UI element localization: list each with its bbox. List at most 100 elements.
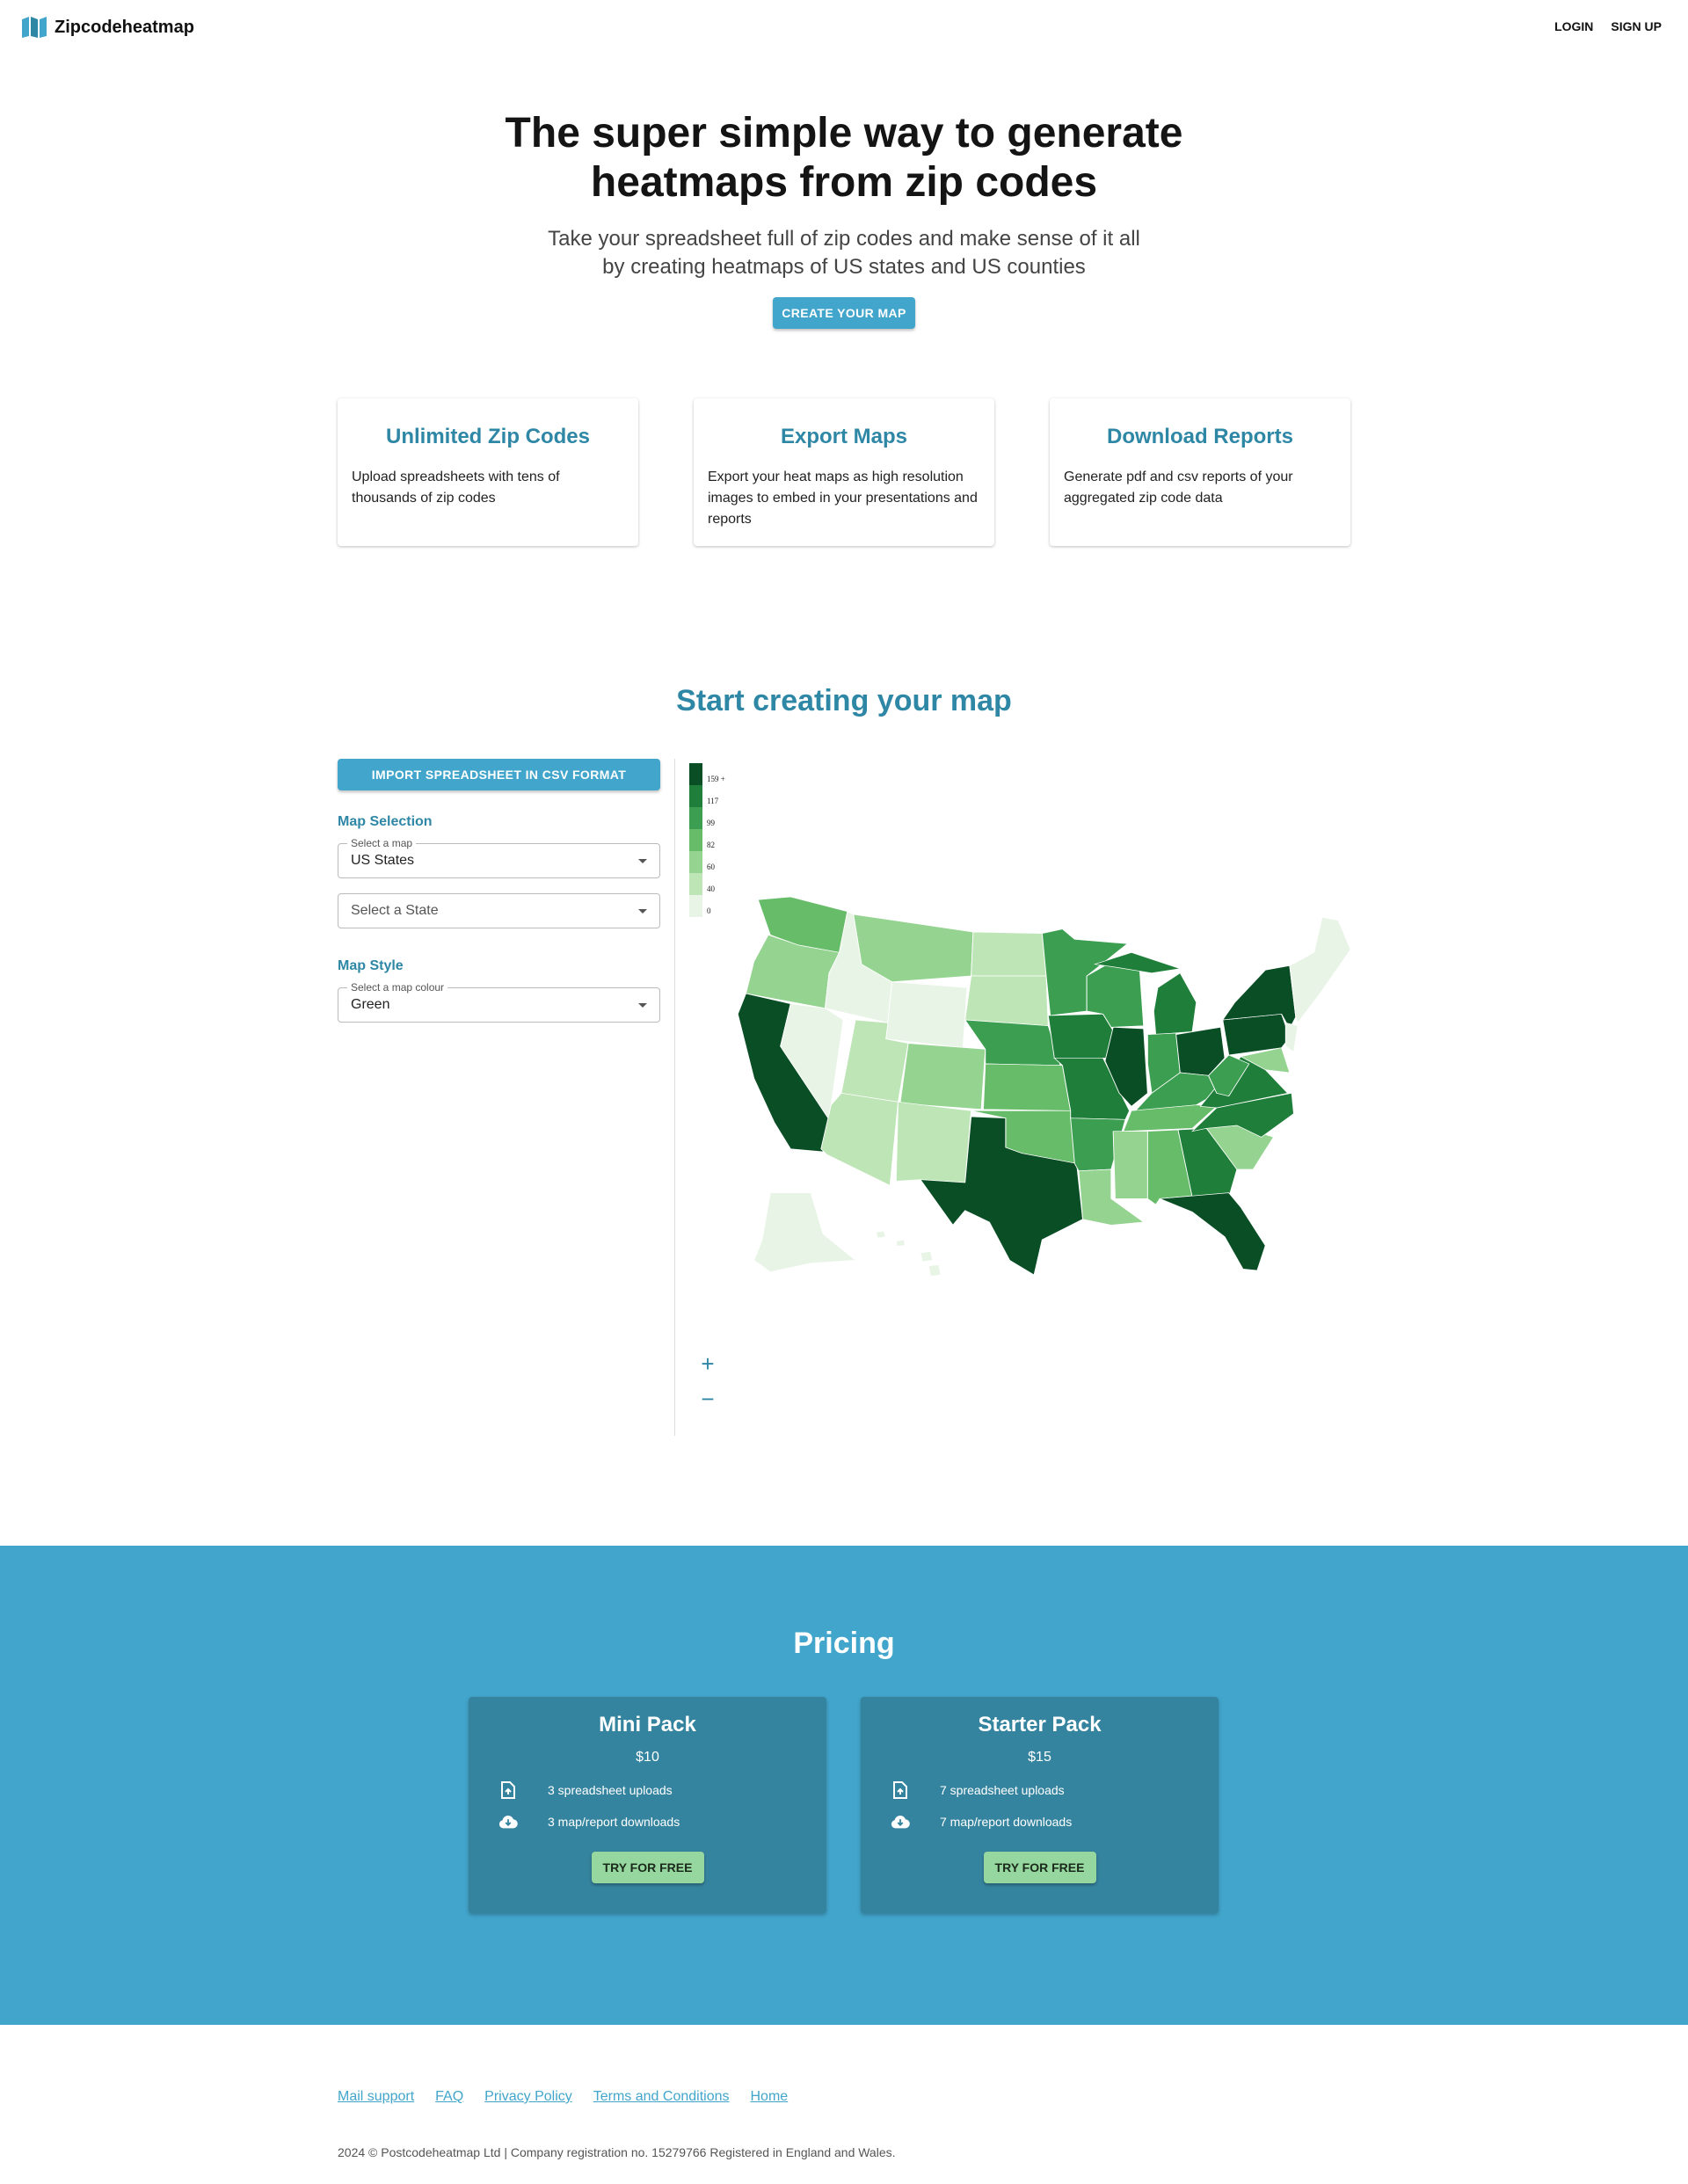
feature-card: Unlimited Zip Codes Upload spreadsheets … — [338, 398, 638, 546]
state-region-mi[interactable] — [1153, 972, 1197, 1036]
footer-link-terms[interactable]: Terms and Conditions — [593, 2089, 730, 2105]
map-style-label: Map Style — [338, 958, 404, 973]
colour-select[interactable]: Select a map colour Green — [338, 981, 660, 1023]
colour-select-label: Select a map colour — [347, 981, 448, 994]
feature-title: Unlimited Zip Codes — [385, 425, 590, 448]
legend-label: 117 — [707, 797, 719, 805]
import-csv-button[interactable]: IMPORT SPREADSHEET IN CSV FORMAT — [338, 759, 660, 790]
legend-label: 60 — [707, 863, 716, 871]
zoom-in-button[interactable]: + — [699, 1350, 717, 1378]
plan-uploads: 3 spreadsheet uploads — [548, 1783, 673, 1797]
plan-downloads: 7 map/report downloads — [940, 1815, 1073, 1829]
try-for-free-button[interactable]: TRY FOR FREE — [591, 1852, 704, 1883]
state-region-hi[interactable] — [875, 1230, 887, 1239]
zoom-out-button[interactable]: − — [699, 1386, 717, 1413]
state-region-ak[interactable] — [753, 1192, 857, 1273]
state-region-co[interactable] — [899, 1043, 986, 1110]
plan-feature: 7 map/report downloads — [891, 1806, 1219, 1838]
feature-text: Export your heat maps as high resolution… — [708, 470, 978, 527]
panel-divider — [674, 759, 675, 1436]
plan-card: Mini Pack $10 3 spreadsheet uploads 3 ma… — [469, 1697, 826, 1913]
feature-card: Download Reports Generate pdf and csv re… — [1050, 398, 1350, 546]
section-title: Start creating your map — [676, 684, 1012, 717]
legend-swatch — [689, 763, 702, 785]
legend-swatch — [689, 807, 702, 829]
legend-swatch — [689, 785, 702, 807]
footer-links: Mail support FAQ Privacy Policy Terms an… — [338, 2089, 788, 2105]
hero-title-line: heatmaps from zip codes — [590, 159, 1098, 206]
login-link[interactable]: LOGIN — [1554, 19, 1593, 33]
state-region-nm[interactable] — [895, 1101, 972, 1183]
state-region-sd[interactable] — [964, 975, 1049, 1027]
file-upload-icon — [891, 1780, 910, 1800]
plan-uploads: 7 spreadsheet uploads — [940, 1783, 1065, 1797]
map-selection-label: Map Selection — [338, 814, 433, 829]
legend-label: 40 — [707, 885, 716, 893]
footer-link-privacy[interactable]: Privacy Policy — [484, 2089, 572, 2105]
legend-label: 99 — [707, 819, 716, 827]
map-select-label: Select a map — [347, 837, 417, 849]
chevron-down-icon — [638, 858, 647, 863]
legend-swatch — [689, 851, 702, 873]
legend-swatch — [689, 873, 702, 895]
plan-downloads: 3 map/report downloads — [548, 1815, 680, 1829]
legend-label: 159 + — [707, 775, 725, 783]
hero-subtitle-line: by creating heatmaps of US states and US… — [602, 255, 1086, 279]
state-region-wy[interactable] — [885, 981, 968, 1049]
copyright-text: 2024 © Postcodeheatmap Ltd | Company reg… — [338, 2145, 896, 2159]
state-region-hi[interactable] — [920, 1250, 934, 1263]
plan-name: Mini Pack — [599, 1713, 696, 1736]
cloud-download-icon — [891, 1812, 910, 1831]
hero-subtitle-line: Take your spreadsheet full of zip codes … — [548, 227, 1140, 251]
hero-title: The super simple way to generate heatmap… — [0, 109, 1688, 207]
hero-title-line: The super simple way to generate — [505, 110, 1183, 157]
pricing-title: Pricing — [793, 1627, 895, 1660]
footer-link-home[interactable]: Home — [751, 2089, 789, 2105]
legend-swatch — [689, 829, 702, 851]
feature-text: Upload spreadsheets with tens of thousan… — [352, 470, 560, 506]
plan-price: $10 — [636, 1750, 659, 1765]
chevron-down-icon — [638, 908, 647, 914]
state-region-ks[interactable] — [982, 1063, 1072, 1111]
us-states-map[interactable] — [730, 888, 1363, 1284]
brand-name: Zipcodeheatmap — [55, 17, 194, 37]
state-region-nj[interactable] — [1284, 1022, 1299, 1053]
create-map-button[interactable]: CREATE YOUR MAP — [773, 297, 915, 329]
state-region-hi[interactable] — [928, 1263, 942, 1278]
try-for-free-button[interactable]: TRY FOR FREE — [983, 1852, 1096, 1883]
state-region-nd[interactable] — [971, 931, 1047, 977]
plan-name: Starter Pack — [978, 1713, 1102, 1736]
footer-link-faq[interactable]: FAQ — [435, 2089, 463, 2105]
map-logo-icon — [22, 17, 47, 38]
legend-label: 82 — [707, 841, 715, 849]
legend-label: 0 — [707, 906, 711, 915]
plan-feature: 3 spreadsheet uploads — [498, 1774, 826, 1806]
state-region-ne_eng[interactable] — [1289, 916, 1351, 1024]
file-upload-icon — [498, 1780, 518, 1800]
legend-swatch — [689, 895, 702, 917]
state-select-placeholder: Select a State — [351, 903, 439, 918]
chevron-down-icon — [638, 1002, 647, 1008]
footer-link-mail-support[interactable]: Mail support — [338, 2089, 414, 2105]
map-select[interactable]: Select a map US States — [338, 837, 660, 878]
cloud-download-icon — [498, 1812, 518, 1831]
state-select[interactable]: Select a State — [338, 893, 660, 928]
brand-logo[interactable]: Zipcodeheatmap — [21, 16, 194, 39]
plan-feature: 7 spreadsheet uploads — [891, 1774, 1219, 1806]
state-region-ms[interactable] — [1112, 1131, 1148, 1199]
hero-subtitle: Take your spreadsheet full of zip codes … — [0, 225, 1688, 281]
map-select-value: US States — [351, 853, 415, 868]
state-region-fl[interactable] — [1158, 1192, 1266, 1271]
plan-price: $15 — [1028, 1750, 1051, 1765]
state-region-az[interactable] — [820, 1092, 899, 1186]
feature-title: Export Maps — [780, 425, 908, 448]
plan-feature: 3 map/report downloads — [498, 1806, 826, 1838]
feature-title: Download Reports — [1106, 425, 1293, 448]
signup-link[interactable]: SIGN UP — [1611, 19, 1662, 33]
state-region-hi[interactable] — [895, 1239, 906, 1247]
colour-select-value: Green — [351, 997, 390, 1012]
feature-card: Export Maps Export your heat maps as hig… — [694, 398, 994, 546]
pricing-section — [0, 1546, 1688, 2025]
top-nav: LOGIN SIGN UP — [1554, 19, 1662, 33]
feature-text: Generate pdf and csv reports of your agg… — [1064, 470, 1293, 506]
